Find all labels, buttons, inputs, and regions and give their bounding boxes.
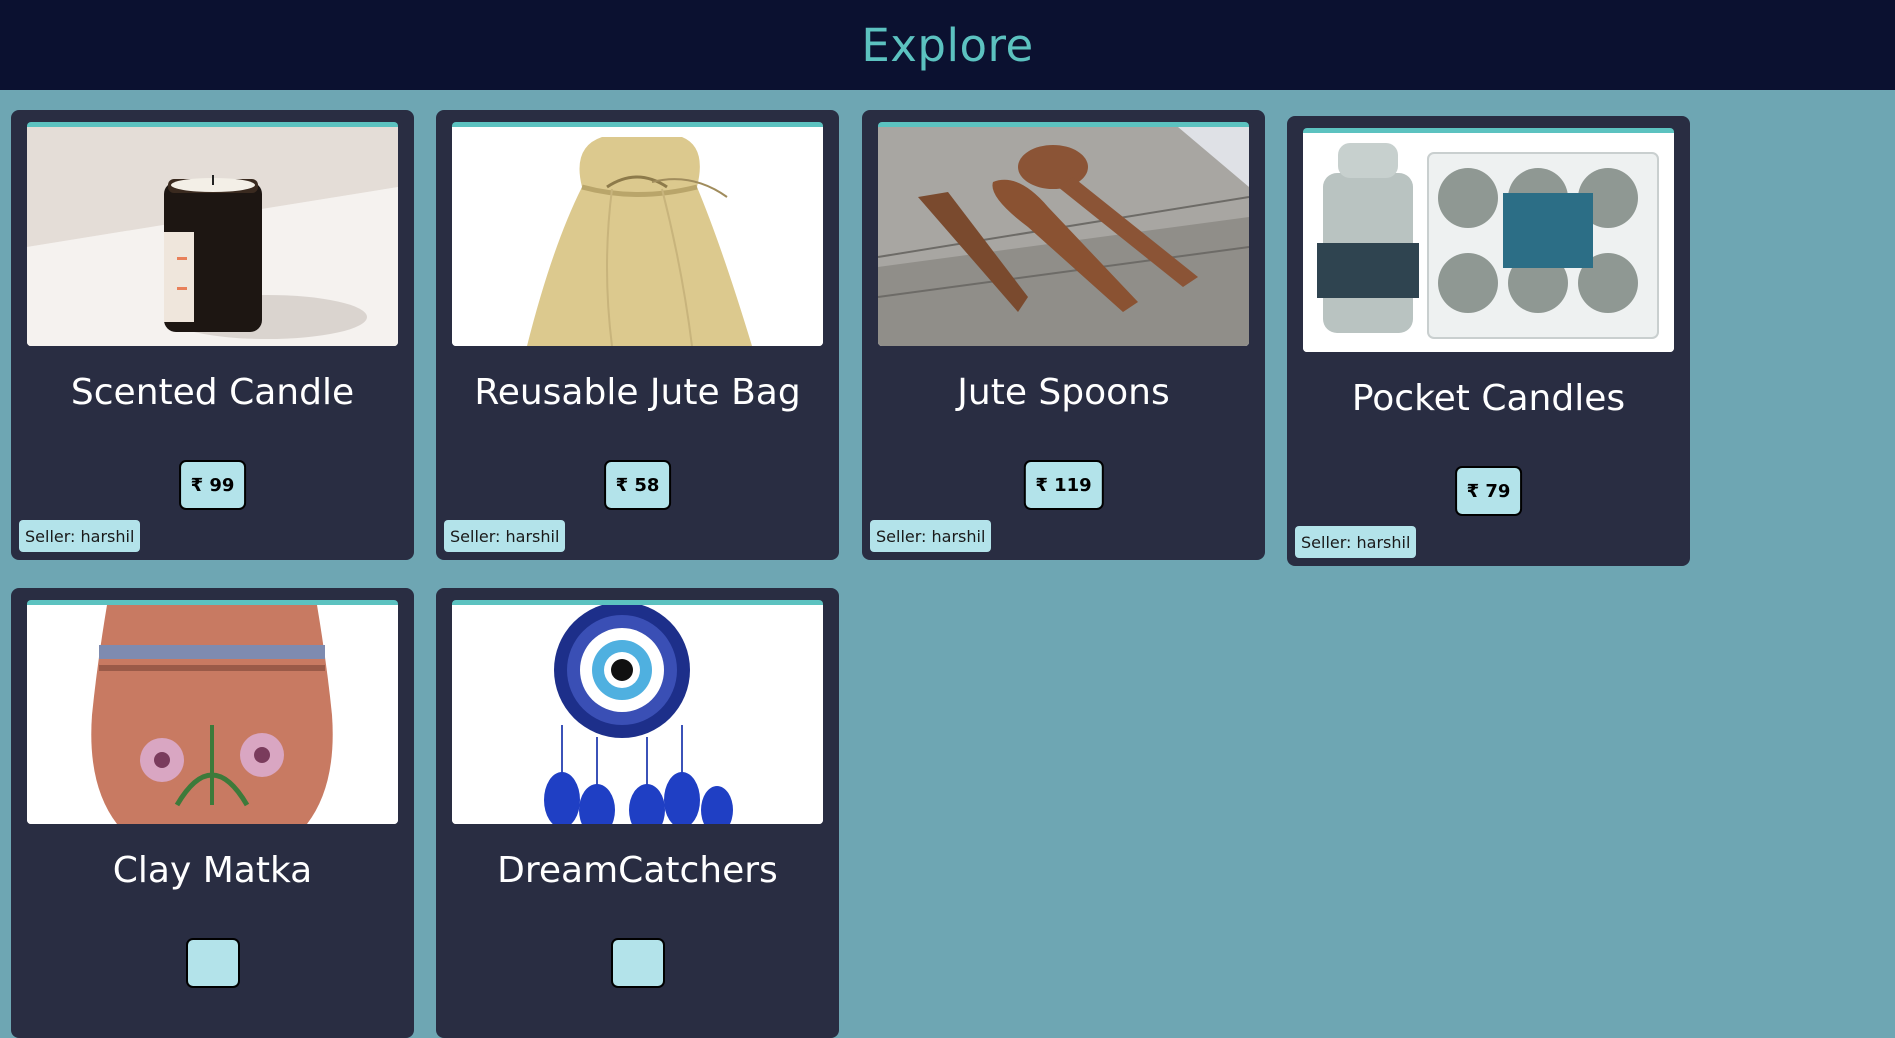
product-card[interactable]: Jute Spoons ₹ 119 Seller: harshil [862, 110, 1265, 560]
seller-badge: Seller: harshil [444, 520, 566, 552]
product-title[interactable]: Jute Spoons [862, 372, 1265, 413]
product-card[interactable]: Clay Matka [11, 588, 414, 1038]
seller-badge: Seller: harshil [870, 520, 992, 552]
page-header: Explore [0, 0, 1895, 90]
page-title: Explore [861, 18, 1034, 72]
dreamcatcher-image[interactable] [452, 600, 823, 824]
product-title[interactable]: Pocket Candles [1287, 378, 1690, 419]
seller-badge: Seller: harshil [19, 520, 141, 552]
price-badge: ₹ 58 [603, 460, 672, 510]
price-badge: ₹ 119 [1023, 460, 1104, 510]
price-badge [185, 938, 240, 988]
product-title[interactable]: DreamCatchers [436, 850, 839, 891]
wooden-cutlery-image[interactable] [878, 122, 1249, 346]
price-badge: ₹ 79 [1454, 466, 1523, 516]
product-grid: Scented Candle ₹ 99 Seller: harshil Reus… [0, 90, 1895, 1038]
product-title[interactable]: Reusable Jute Bag [436, 372, 839, 413]
price-badge: ₹ 99 [178, 460, 247, 510]
product-card[interactable]: Reusable Jute Bag ₹ 58 Seller: harshil [436, 110, 839, 560]
candle-jar-image[interactable] [27, 122, 398, 346]
product-title[interactable]: Clay Matka [11, 850, 414, 891]
seller-badge: Seller: harshil [1295, 526, 1417, 558]
price-badge [610, 938, 665, 988]
product-card[interactable]: DreamCatchers [436, 588, 839, 1038]
product-title[interactable]: Scented Candle [11, 372, 414, 413]
product-card[interactable]: Pocket Candles ₹ 79 Seller: harshil [1287, 116, 1690, 566]
jute-bag-image[interactable] [452, 122, 823, 346]
product-card[interactable]: Scented Candle ₹ 99 Seller: harshil [11, 110, 414, 560]
pocket-candles-image[interactable] [1303, 128, 1674, 352]
clay-pot-image[interactable] [27, 600, 398, 824]
